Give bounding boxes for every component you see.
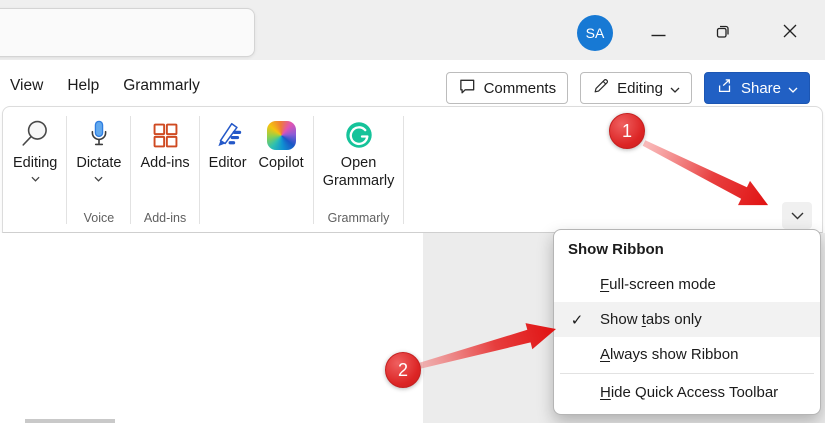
editing-ribbon-label: Editing — [13, 155, 58, 171]
ribbon-separator — [66, 116, 68, 224]
share-label: Share — [740, 79, 781, 97]
show-ribbon-menu: Show Ribbon Full-screen mode ✓ Show tabs… — [553, 229, 821, 415]
addins-grid-icon — [148, 116, 182, 154]
menu-title: Show Ribbon — [568, 241, 664, 258]
editing-ribbon-button[interactable]: Editing — [7, 114, 63, 185]
copilot-logo-icon — [264, 116, 298, 154]
minimize-icon — [651, 24, 666, 42]
microphone-icon — [82, 116, 116, 154]
menu-item-label: Show tabs only — [600, 311, 702, 328]
title-bar: SA — [0, 0, 825, 60]
restore-button[interactable] — [709, 19, 737, 47]
grammarly-logo-icon — [342, 116, 376, 154]
chevron-down-icon — [31, 172, 40, 185]
ribbon-separator — [403, 116, 405, 224]
menu-item-always-show-ribbon[interactable]: Always show Ribbon — [554, 337, 820, 372]
ribbon-separator — [312, 116, 314, 224]
addins-label: Add-ins — [140, 155, 190, 171]
menu-item-label: Always show Ribbon — [600, 346, 739, 363]
tab-grammarly[interactable]: Grammarly — [123, 77, 200, 95]
ribbon: Editing Dictate Voice Add-ins Add-ins Ed… — [2, 106, 823, 233]
editing-mode-label: Editing — [617, 79, 663, 97]
copilot-button[interactable]: Copilot — [253, 114, 310, 172]
dictate-label: Dictate — [76, 155, 122, 171]
chevron-down-icon — [791, 207, 804, 225]
editing-mode-button[interactable]: Editing — [580, 72, 692, 104]
grammarly-group-label: Grammarly — [327, 211, 390, 225]
ribbon-tabs: View Help Grammarly — [10, 77, 200, 95]
menu-item-label: Full-screen mode — [600, 276, 716, 293]
restore-window-icon — [715, 23, 731, 44]
magnifier-icon — [18, 116, 52, 154]
editor-button[interactable]: Editor — [203, 114, 253, 172]
action-buttons: Comments Editing Share — [445, 72, 810, 104]
editing-group: Editing — [7, 114, 63, 230]
addins-group: Add-ins Add-ins — [134, 114, 195, 230]
ribbon-separator — [198, 116, 200, 224]
ribbon-separator — [130, 116, 132, 224]
chevron-down-icon — [670, 80, 680, 97]
close-button[interactable] — [776, 19, 804, 47]
dictate-button[interactable]: Dictate — [70, 114, 127, 185]
comments-label: Comments — [483, 79, 557, 97]
pencil-icon — [592, 77, 610, 99]
menu-item-show-tabs-only[interactable]: ✓ Show tabs only — [554, 302, 820, 337]
comments-button[interactable]: Comments — [445, 72, 569, 104]
quick-access-toolbar-box — [0, 8, 255, 57]
word-window: SA View Help Grammarly Comments Editing … — [0, 0, 825, 423]
menu-item-label: Hide Quick Access Toolbar — [600, 384, 779, 401]
checkmark-icon: ✓ — [570, 311, 584, 329]
chevron-down-icon — [94, 172, 103, 185]
voice-group-label: Voice — [83, 211, 115, 225]
close-icon — [783, 24, 797, 43]
open-grammarly-label-line1: Open — [340, 155, 377, 171]
scrollbar-fragment — [25, 419, 115, 423]
menu-bar: View Help Grammarly Comments Editing Sha… — [0, 60, 825, 106]
account-avatar[interactable]: SA — [577, 15, 613, 51]
grammarly-group: Open Grammarly Grammarly — [317, 114, 401, 230]
minimize-button[interactable] — [644, 19, 672, 47]
share-icon — [716, 77, 734, 99]
share-button[interactable]: Share — [703, 72, 810, 104]
menu-item-full-screen-mode[interactable]: Full-screen mode — [554, 267, 820, 302]
editor-copilot-group: Editor Copilot — [203, 114, 310, 230]
open-grammarly-label-line2: Grammarly — [322, 173, 395, 189]
chevron-down-icon — [788, 80, 798, 97]
menu-item-hide-quick-access-toolbar[interactable]: Hide Quick Access Toolbar — [554, 375, 820, 410]
comment-bubble-icon — [458, 77, 477, 99]
editor-pen-icon — [211, 116, 245, 154]
menu-separator — [560, 373, 814, 374]
voice-group: Dictate Voice — [70, 114, 127, 230]
addins-group-label: Add-ins — [143, 211, 187, 225]
ribbon-display-options-button[interactable] — [782, 202, 812, 229]
open-grammarly-button[interactable]: Open Grammarly — [317, 114, 401, 190]
addins-button[interactable]: Add-ins — [134, 114, 195, 172]
editor-label: Editor — [208, 155, 247, 171]
tab-view[interactable]: View — [10, 77, 43, 95]
copilot-label: Copilot — [258, 155, 304, 171]
tab-help[interactable]: Help — [67, 77, 99, 95]
